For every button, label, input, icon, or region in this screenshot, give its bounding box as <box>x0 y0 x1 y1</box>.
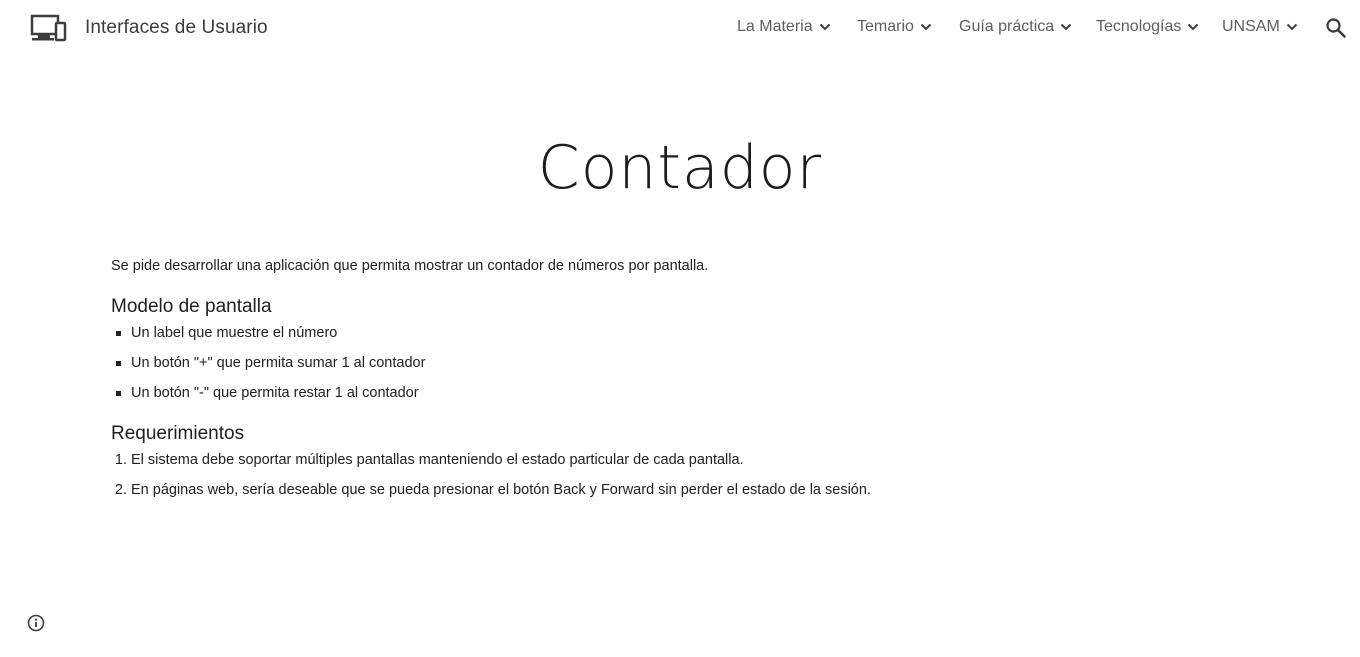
nav-item-label: Temario <box>857 18 914 35</box>
list-item: El sistema debe soportar múltiples panta… <box>131 450 1111 470</box>
chevron-down-icon <box>819 23 830 31</box>
intro-paragraph: Se pide desarrollar una aplicación que p… <box>111 258 709 274</box>
site-header: Interfaces de Usuario La Materia Temario… <box>0 0 1360 58</box>
search-icon[interactable] <box>1324 16 1348 40</box>
chevron-down-icon <box>1188 23 1199 31</box>
nav-item-guia-practica[interactable]: Guía práctica <box>959 18 1072 36</box>
page-title: Contador <box>537 133 823 204</box>
page-content: Se pide desarrollar una aplicación que p… <box>111 256 1111 510</box>
nav-item-la-materia[interactable]: La Materia <box>737 18 831 36</box>
nav-item-label: Tecnologías <box>1096 18 1182 35</box>
nav-item-label: La Materia <box>737 18 813 35</box>
list-item: En páginas web, sería deseable que se pu… <box>131 480 1111 500</box>
section-heading-modelo: Modelo de pantalla <box>111 296 272 317</box>
info-icon[interactable] <box>27 614 45 632</box>
nav-item-tecnologias[interactable]: Tecnologías <box>1096 18 1199 36</box>
nav-item-temario[interactable]: Temario <box>857 18 932 36</box>
chevron-down-icon <box>920 23 932 31</box>
list-item: Un botón "+" que permita sumar 1 al cont… <box>116 353 1111 373</box>
list-item: Un botón "-" que permita restar 1 al con… <box>116 383 1111 403</box>
numbered-list: El sistema debe soportar múltiples panta… <box>111 450 1111 500</box>
nav-item-unsam[interactable]: UNSAM <box>1222 18 1298 36</box>
nav-item-label: Guía práctica <box>959 18 1055 35</box>
bullet-list: Un label que muestre el número Un botón … <box>111 323 1111 403</box>
section-heading-requerimientos: Requerimientos <box>111 423 245 444</box>
chevron-down-icon <box>1286 23 1297 31</box>
nav-item-label: UNSAM <box>1222 18 1280 35</box>
chevron-down-icon <box>1060 23 1072 31</box>
list-item: Un label que muestre el número <box>116 323 1111 343</box>
main-nav: La Materia Temario Guía práctica Tecnolo… <box>0 18 1360 42</box>
